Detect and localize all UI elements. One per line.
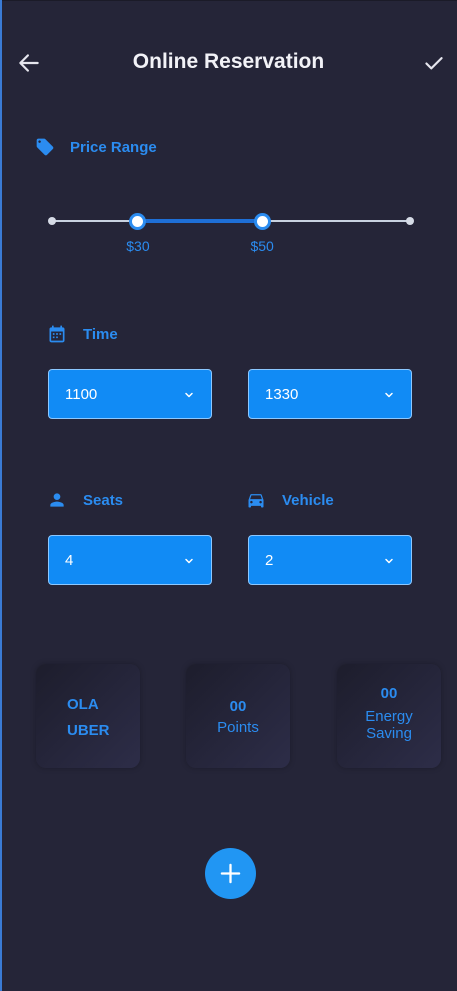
- energy-label-line2: Saving: [366, 725, 412, 742]
- slider-active-range: [137, 219, 263, 223]
- price-range-heading: Price Range: [35, 137, 157, 157]
- seats-heading: Seats: [47, 490, 123, 510]
- vehicle-label: Vehicle: [282, 491, 334, 509]
- slider-start-dot: [48, 217, 56, 225]
- seats-label: Seats: [83, 491, 124, 509]
- energy-label-line1: Energy: [365, 708, 413, 725]
- energy-value: 00: [380, 685, 398, 702]
- time-label: Time: [83, 325, 118, 343]
- chevron-down-icon: [385, 392, 393, 398]
- slider-min-label: $30: [126, 238, 150, 254]
- seats-dropdown[interactable]: 4: [48, 535, 212, 585]
- end-time-dropdown[interactable]: 1330: [248, 369, 412, 419]
- chevron-down-icon: [185, 558, 193, 564]
- price-range-slider[interactable]: [48, 210, 414, 232]
- points-card[interactable]: 00 Points: [186, 664, 290, 768]
- start-time-dropdown[interactable]: 1100: [48, 369, 212, 419]
- page-title: Online Reservation: [132, 50, 325, 73]
- time-heading: Time: [47, 324, 118, 344]
- confirm-button[interactable]: [421, 50, 447, 76]
- points-label: Points: [217, 719, 259, 736]
- vehicle-dropdown[interactable]: 2: [248, 535, 412, 585]
- car-icon: [248, 494, 264, 508]
- app-bar: Online Reservation: [0, 38, 457, 88]
- seats-value: 4: [65, 552, 74, 569]
- top-border: [0, 0, 457, 1]
- person-icon: [50, 493, 64, 507]
- chevron-down-icon: [185, 392, 193, 398]
- end-time-value: 1330: [265, 386, 299, 403]
- provider-ola: OLA: [67, 696, 99, 713]
- plus-icon: [220, 863, 241, 884]
- price-range-label: Price Range: [70, 138, 157, 156]
- check-icon: [425, 57, 443, 70]
- provider-uber: UBER: [67, 722, 110, 739]
- slider-end-dot: [406, 217, 414, 225]
- add-button[interactable]: [205, 848, 256, 899]
- slider-min-thumb[interactable]: [129, 213, 147, 230]
- vehicle-value: 2: [265, 552, 274, 569]
- points-value: 00: [229, 698, 247, 715]
- provider-card[interactable]: OLA UBER: [36, 664, 140, 768]
- start-time-value: 1100: [65, 386, 98, 403]
- chevron-down-icon: [385, 558, 393, 564]
- left-border: [0, 0, 2, 991]
- slider-max-thumb[interactable]: [253, 213, 271, 230]
- slider-max-label: $50: [250, 238, 274, 254]
- energy-saving-card[interactable]: 00 Energy Saving: [337, 664, 441, 768]
- vehicle-heading: Vehicle: [246, 490, 334, 510]
- tag-icon: [36, 138, 54, 156]
- calendar-icon: [49, 325, 65, 343]
